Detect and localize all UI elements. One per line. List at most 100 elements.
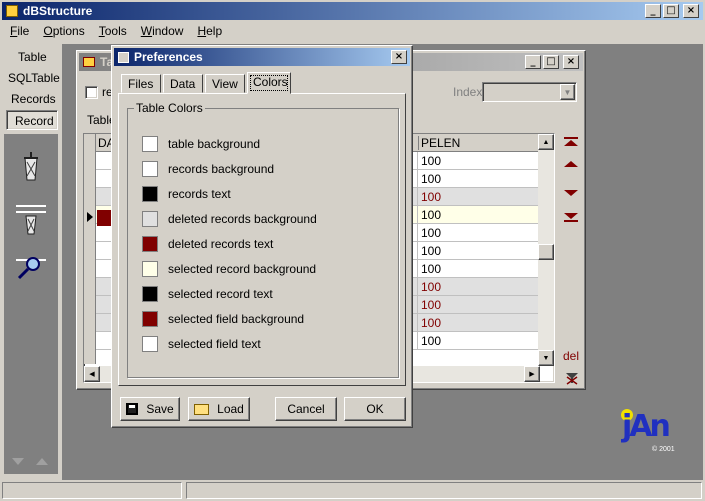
prefs-tab-files[interactable]: Files (121, 74, 161, 93)
prefs-tab-data[interactable]: Data (163, 74, 203, 93)
grid-cell-value[interactable]: 100 (421, 154, 441, 168)
color-setting-label: deleted records text (168, 236, 274, 251)
child-maximize-button[interactable]: □ (543, 55, 559, 69)
menu-file[interactable]: File (10, 24, 29, 40)
open-folder-icon (194, 403, 210, 415)
grid-col-right[interactable]: PELEN (418, 136, 460, 150)
scroll-right-button[interactable]: ▶ (524, 366, 540, 382)
nav-records[interactable]: Records (11, 92, 56, 106)
load-button-label: Load (217, 402, 244, 416)
grid-cell-value[interactable]: 100 (421, 208, 441, 222)
filter-clear-icon[interactable] (565, 371, 579, 385)
scroll-thumb[interactable] (538, 244, 554, 260)
nav-down-icon[interactable] (36, 458, 48, 465)
menu-tools[interactable]: Tools (99, 24, 127, 40)
child-close-button[interactable]: × (563, 55, 579, 69)
table-colors-group-label: Table Colors (134, 101, 205, 115)
last-record-icon[interactable] (564, 213, 578, 223)
delete-field-icon[interactable] (16, 204, 46, 236)
grid-cell-value[interactable]: 100 (421, 190, 441, 204)
ok-button-label: OK (366, 402, 384, 416)
status-bar (0, 480, 705, 501)
menu-options[interactable]: Options (43, 24, 84, 40)
color-setting-item[interactable]: table background (142, 131, 392, 156)
color-setting-item[interactable]: records text (142, 181, 392, 206)
menu-bar: File Options Tools Window Help (10, 24, 236, 40)
row-pointer-icon (87, 212, 93, 222)
grid-cell-value[interactable]: 100 (421, 280, 441, 294)
prev-record-icon[interactable] (564, 161, 578, 167)
prefs-tab-colors[interactable]: Colors (247, 72, 291, 94)
preferences-dialog: Preferences × Files Data View Colors Tab… (111, 45, 413, 428)
color-setting-item[interactable]: selected record background (142, 256, 392, 281)
preferences-close-button[interactable]: × (391, 50, 407, 64)
menu-help[interactable]: Help (197, 24, 222, 40)
grid-cell-value[interactable]: 100 (421, 172, 441, 186)
maximize-button[interactable]: □ (663, 4, 679, 18)
color-setting-item[interactable]: records background (142, 156, 392, 181)
scroll-down-button[interactable]: ▼ (538, 350, 554, 366)
del-label[interactable]: del (563, 349, 579, 363)
save-button[interactable]: Save (120, 397, 180, 421)
color-swatch[interactable] (142, 235, 158, 252)
delete-bin-icon[interactable] (20, 152, 42, 182)
vertical-scrollbar[interactable]: ▲ ▼ (538, 134, 554, 366)
child-minimize-button[interactable]: _ (525, 55, 541, 69)
search-icon[interactable] (16, 256, 46, 280)
logo-text: jAn (622, 409, 671, 444)
color-setting-item[interactable]: selected record text (142, 281, 392, 306)
index-select[interactable]: ▼ (482, 82, 577, 102)
scroll-left-button[interactable]: ◀ (84, 366, 100, 382)
minimize-button[interactable]: _ (645, 4, 661, 18)
color-setting-item[interactable]: deleted records text (142, 231, 392, 256)
nav-record[interactable]: Record (6, 110, 58, 130)
color-swatch[interactable] (142, 210, 158, 227)
load-button[interactable]: Load (188, 397, 250, 421)
selected-field-cell (97, 210, 111, 226)
scroll-up-button[interactable]: ▲ (538, 134, 554, 150)
nav-up-icon[interactable] (12, 458, 24, 465)
color-setting-item[interactable]: deleted records background (142, 206, 392, 231)
color-setting-label: table background (168, 136, 261, 151)
prefs-tab-view[interactable]: View (205, 74, 245, 93)
prefs-tab-panel: Table Colors table background records bac… (118, 93, 406, 386)
status-panel-2 (186, 482, 702, 499)
status-panel-1 (2, 482, 182, 499)
grid-cell-value[interactable]: 100 (421, 262, 441, 276)
grid-cell-value[interactable]: 100 (421, 244, 441, 258)
next-record-icon[interactable] (564, 190, 578, 196)
ok-button[interactable]: OK (344, 397, 406, 421)
color-swatch[interactable] (142, 335, 158, 352)
color-swatch[interactable] (142, 160, 158, 177)
floppy-disk-icon (126, 403, 139, 415)
color-setting-item[interactable]: selected field background (142, 306, 392, 331)
color-swatch[interactable] (142, 135, 158, 152)
grid-cell-value[interactable]: 100 (421, 226, 441, 240)
chevron-down-icon[interactable]: ▼ (560, 84, 575, 100)
color-swatch[interactable] (142, 260, 158, 277)
color-setting-label: records text (168, 186, 231, 201)
grid-cell-value[interactable]: 100 (421, 298, 441, 312)
color-setting-label: selected field text (168, 336, 261, 351)
color-setting-item[interactable]: selected field text (142, 331, 392, 356)
nav-table[interactable]: Table (18, 50, 47, 64)
color-setting-label: records background (168, 161, 275, 176)
color-swatch[interactable] (142, 185, 158, 202)
logo-copyright: © 2001 (652, 446, 675, 453)
first-record-icon[interactable] (564, 137, 578, 147)
close-button[interactable]: × (683, 4, 699, 18)
color-swatch[interactable] (142, 285, 158, 302)
nav-sqltable[interactable]: SQLTable (8, 71, 60, 85)
grid-cell-value[interactable]: 100 (421, 316, 441, 330)
menu-window[interactable]: Window (141, 24, 184, 40)
records-checkbox[interactable] (85, 86, 98, 99)
cancel-button-label: Cancel (287, 402, 325, 416)
grid-cell-value[interactable]: 100 (421, 334, 441, 348)
color-setting-label: selected record text (168, 286, 273, 301)
tool-panel (4, 134, 58, 474)
jan-logo: jAn © 2001 (620, 408, 680, 458)
app-icon (6, 5, 18, 17)
color-swatch[interactable] (142, 310, 158, 327)
preferences-titlebar: Preferences × (114, 48, 410, 66)
cancel-button[interactable]: Cancel (275, 397, 337, 421)
